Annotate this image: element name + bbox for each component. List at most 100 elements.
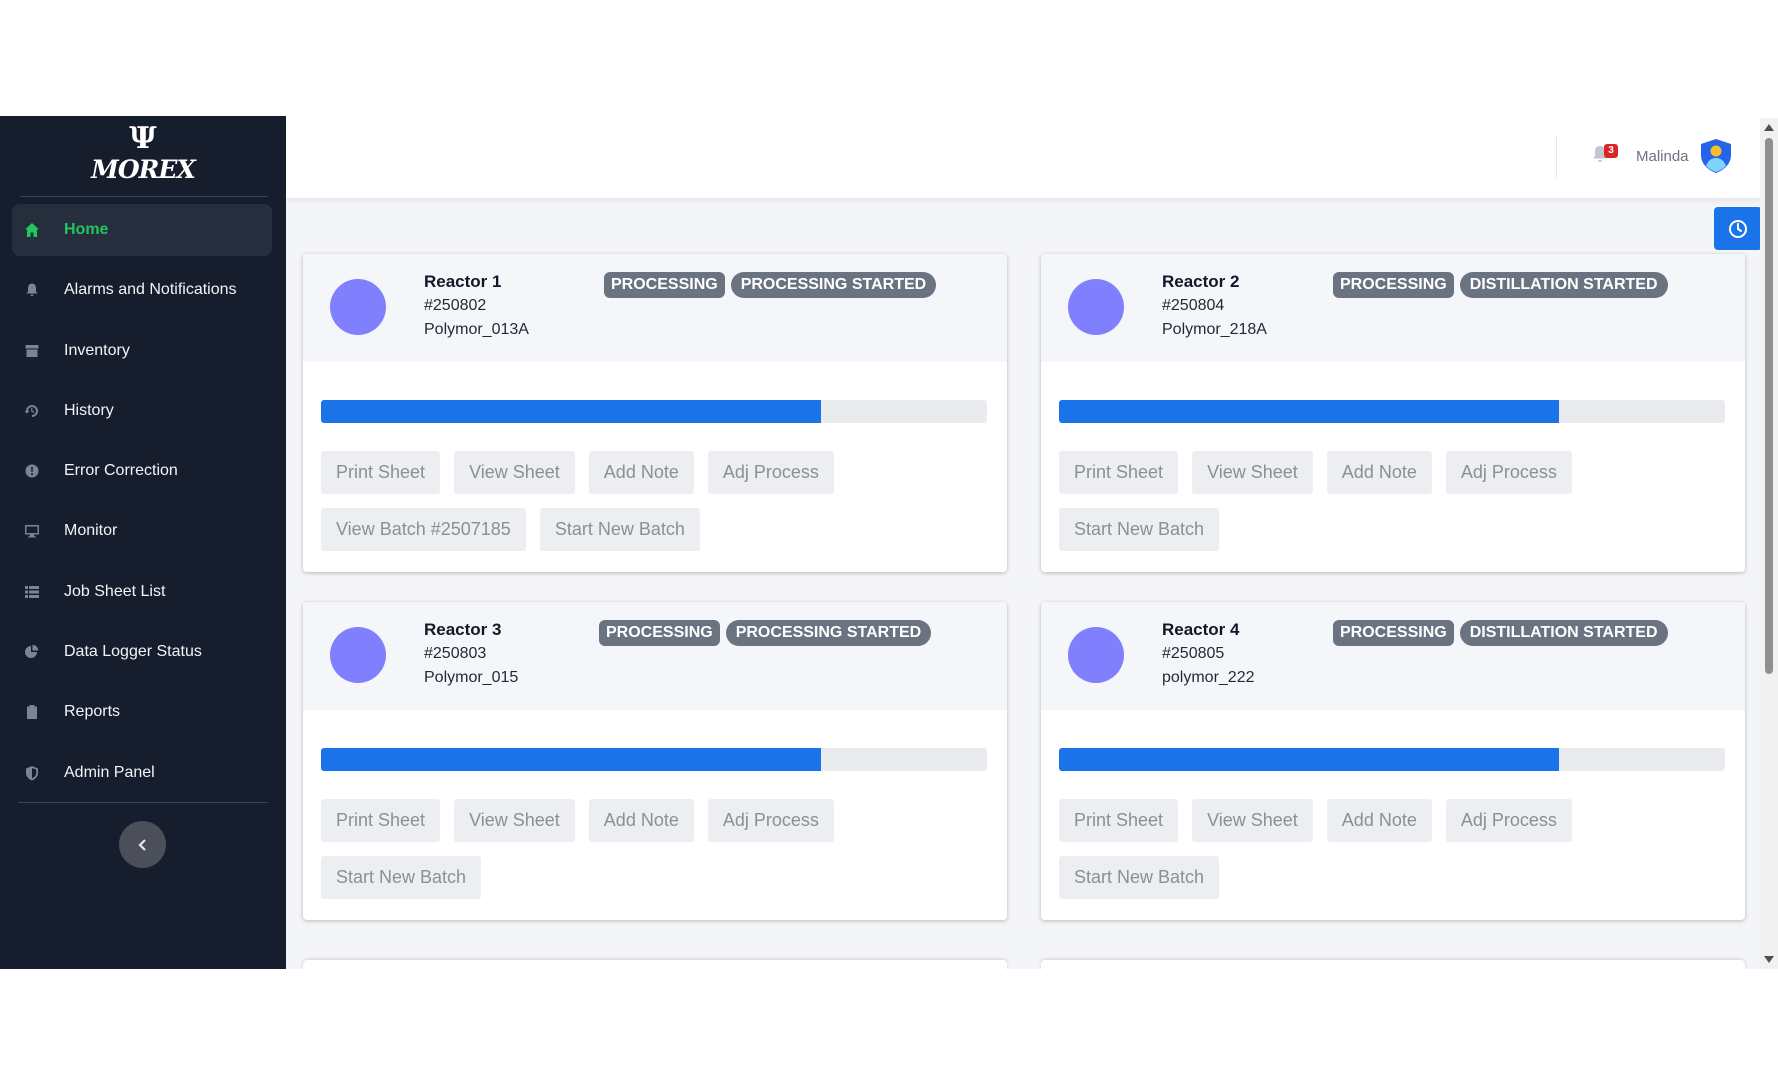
start-new-batch-button[interactable]: Start New Batch: [1059, 856, 1220, 899]
sidebar-item-inventory[interactable]: Inventory: [12, 325, 272, 377]
sidebar-item-alarms-and-notifications[interactable]: Alarms and Notifications: [12, 264, 272, 316]
scrollbar-thumb[interactable]: [1765, 138, 1773, 674]
adj-process-button[interactable]: Adj Process: [707, 451, 834, 494]
sidebar-item-admin-panel[interactable]: Admin Panel: [12, 747, 272, 799]
sidebar-item-reports[interactable]: Reports: [12, 686, 272, 738]
reactor-actions: Print Sheet View Sheet Add Note Adj Process…: [1059, 799, 1725, 899]
reactor-name: Reactor 3: [424, 620, 502, 639]
start-new-batch-button[interactable]: Start New Batch: [321, 856, 482, 899]
batch-number: #250803: [424, 645, 487, 662]
reactor-status-indicator: [1068, 279, 1124, 335]
adj-process-button[interactable]: Adj Process: [1445, 799, 1572, 842]
sidebar-item-label: Alarms and Notifications: [64, 281, 237, 299]
reactor-status-indicator: [1068, 627, 1124, 683]
adj-process-button[interactable]: Adj Process: [1445, 451, 1572, 494]
sidebar-item-label: Admin Panel: [64, 763, 155, 781]
brand-logo[interactable]: Ψ MOREX: [0, 122, 286, 206]
sidebar-item-history[interactable]: History: [12, 385, 272, 437]
view-sheet-button[interactable]: View Sheet: [1192, 799, 1313, 842]
sidebar-item-label: Inventory: [64, 341, 130, 359]
alert-circle-icon: [21, 460, 43, 482]
sidebar-item-error-correction[interactable]: Error Correction: [12, 445, 272, 497]
status-badge: PROCESSING: [1333, 620, 1454, 646]
status-badge: PROCESSING: [1333, 272, 1454, 298]
status-tags: PROCESSING PROCESSING STARTED: [599, 620, 932, 646]
reactor-status-indicator: [330, 279, 386, 335]
reactor-card-partial: [1041, 960, 1745, 969]
batch-number: #250805: [1162, 645, 1225, 662]
view-sheet-button[interactable]: View Sheet: [454, 451, 575, 494]
product-name: Polymor_013A: [424, 321, 529, 338]
sidebar-item-home[interactable]: Home: [12, 204, 272, 256]
print-sheet-button[interactable]: Print Sheet: [1059, 451, 1179, 494]
batch-progress-fill: [321, 748, 821, 771]
sidebar-item-job-sheet-list[interactable]: Job Sheet List: [12, 566, 272, 618]
clock-icon: [1729, 219, 1747, 238]
status-badge: PROCESSING: [604, 272, 725, 298]
reactor-card: Reactor 3 #250803 Polymor_015 PROCESSING PRO…: [303, 602, 1007, 920]
monitor-icon: [21, 520, 43, 542]
batch-progress-fill: [1059, 400, 1559, 423]
reactor-actions: Print Sheet View Sheet Add Note Adj Process…: [321, 799, 987, 899]
user-avatar-icon[interactable]: [1698, 138, 1734, 174]
scroll-up-arrow-icon[interactable]: [1764, 124, 1774, 131]
stage-badge: DISTILLATION STARTED: [1459, 272, 1668, 298]
collapse-sidebar-button[interactable]: [119, 821, 166, 868]
chevron-left-icon: [137, 838, 146, 851]
view-sheet-button[interactable]: View Sheet: [1192, 451, 1313, 494]
reactor-actions: Print Sheet View Sheet Add Note Adj Process…: [321, 451, 987, 551]
view-sheet-button[interactable]: View Sheet: [454, 799, 575, 842]
sidebar-item-label: Job Sheet List: [64, 582, 166, 600]
add-note-button[interactable]: Add Note: [588, 799, 694, 842]
print-sheet-button[interactable]: Print Sheet: [1059, 799, 1179, 842]
reactor-card-partial: [303, 960, 1007, 969]
page-scrollbar[interactable]: [1760, 118, 1778, 969]
sidebar-item-monitor[interactable]: Monitor: [12, 505, 272, 557]
reactor-status-indicator: [330, 627, 386, 683]
status-tags: PROCESSING DISTILLATION STARTED: [1333, 620, 1668, 646]
clipboard-icon: [21, 701, 43, 723]
product-name: Polymor_218A: [1162, 321, 1267, 338]
adj-process-button[interactable]: Adj Process: [707, 799, 834, 842]
add-note-button[interactable]: Add Note: [588, 451, 694, 494]
reactor-name: Reactor 2: [1162, 272, 1240, 291]
status-badge: PROCESSING: [599, 620, 720, 646]
sidebar-item-label: Error Correction: [64, 462, 178, 480]
scroll-down-arrow-icon[interactable]: [1764, 956, 1774, 963]
history-clock-button[interactable]: [1714, 207, 1762, 250]
notification-count-badge: 3: [1604, 144, 1618, 158]
batch-number: #250804: [1162, 297, 1225, 314]
reactor-card-header: Reactor 4 #250805 polymor_222 PROCESSING DIS…: [1041, 602, 1745, 710]
sidebar-divider: [20, 196, 268, 197]
reactor-name: Reactor 1: [424, 272, 502, 291]
start-new-batch-button[interactable]: Start New Batch: [539, 508, 700, 551]
sidebar-item-label: Monitor: [64, 522, 118, 540]
start-new-batch-button[interactable]: Start New Batch: [1059, 508, 1220, 551]
sidebar-item-label: Home: [64, 221, 109, 238]
reactor-card: Reactor 4 #250805 polymor_222 PROCESSING DIS…: [1041, 602, 1745, 920]
view-batch-2507185-button[interactable]: View Batch #2507185: [321, 508, 526, 551]
reactor-card-header: Reactor 3 #250803 Polymor_015 PROCESSING PRO…: [303, 602, 1007, 710]
sidebar-item-label: History: [64, 401, 114, 419]
shield-icon: [21, 762, 43, 784]
user-name[interactable]: Malinda: [1636, 148, 1689, 165]
batch-progress-bar: [1059, 400, 1725, 423]
product-name: polymor_222: [1162, 669, 1255, 686]
topbar-divider: [1556, 136, 1557, 178]
reactor-card: Reactor 1 #250802 Polymor_013A PROCESSING PR…: [303, 254, 1007, 572]
sidebar-divider: [18, 802, 268, 803]
archive-icon: [21, 340, 43, 362]
pie-chart-icon: [21, 641, 43, 663]
stage-badge: PROCESSING STARTED: [725, 620, 932, 646]
reactor-card: Reactor 2 #250804 Polymor_218A PROCESSING DI…: [1041, 254, 1745, 572]
stage-badge: PROCESSING STARTED: [730, 272, 937, 298]
add-note-button[interactable]: Add Note: [1326, 799, 1432, 842]
brand-name: MOREX: [91, 155, 196, 184]
add-note-button[interactable]: Add Note: [1326, 451, 1432, 494]
batch-progress-bar: [321, 748, 987, 771]
brand-mark: Ψ: [129, 121, 157, 156]
print-sheet-button[interactable]: Print Sheet: [321, 451, 441, 494]
print-sheet-button[interactable]: Print Sheet: [321, 799, 441, 842]
sidebar-item-data-logger-status[interactable]: Data Logger Status: [12, 626, 272, 678]
home-icon: [21, 219, 43, 241]
